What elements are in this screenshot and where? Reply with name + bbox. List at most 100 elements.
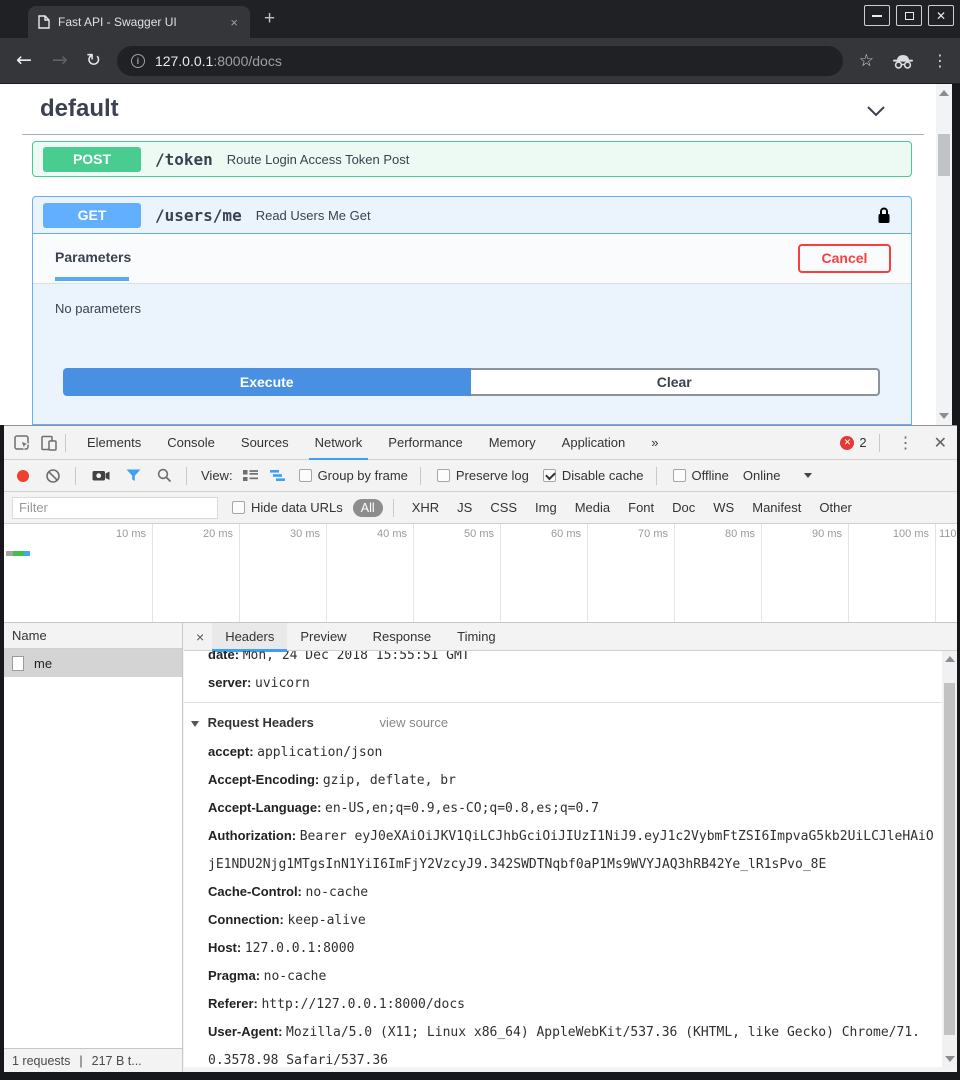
swagger-page: default POST /token Route Login Access T… bbox=[0, 84, 952, 425]
preserve-log-checkbox[interactable] bbox=[437, 469, 450, 482]
clear-requests-icon[interactable] bbox=[45, 468, 61, 484]
auth-lock-icon[interactable] bbox=[877, 206, 891, 225]
site-info-icon[interactable]: i bbox=[131, 54, 145, 68]
tab-memory[interactable]: Memory bbox=[476, 426, 549, 460]
filter-type-css[interactable]: CSS bbox=[490, 500, 517, 515]
dropdown-arrow-icon[interactable] bbox=[804, 473, 812, 478]
view-source-link[interactable]: view source bbox=[379, 715, 448, 730]
forward-button[interactable]: → bbox=[52, 51, 68, 70]
tab-performance[interactable]: Performance bbox=[375, 426, 475, 460]
filter-type-all[interactable]: All bbox=[353, 499, 383, 517]
detail-scrollbar[interactable] bbox=[942, 651, 957, 1067]
capture-screenshots-icon[interactable] bbox=[92, 469, 110, 482]
tab-application[interactable]: Application bbox=[549, 426, 639, 460]
device-toolbar-icon[interactable] bbox=[41, 435, 57, 451]
hide-data-urls-checkbox[interactable] bbox=[232, 501, 245, 514]
offline-label: Offline bbox=[692, 468, 729, 483]
tab-network[interactable]: Network bbox=[302, 426, 376, 460]
collapse-twister-icon[interactable] bbox=[191, 721, 199, 727]
preserve-log-label: Preserve log bbox=[456, 468, 529, 483]
execute-button[interactable]: Execute bbox=[63, 368, 471, 396]
error-badge-icon[interactable]: ✕ bbox=[840, 436, 854, 450]
detail-tab-headers[interactable]: Headers bbox=[212, 623, 287, 651]
page-scrollbar[interactable] bbox=[936, 84, 952, 425]
show-overview-icon[interactable] bbox=[270, 469, 285, 482]
page-favicon-icon bbox=[38, 15, 50, 29]
search-icon[interactable] bbox=[157, 468, 172, 483]
endpoint-summary: Read Users Me Get bbox=[256, 208, 371, 223]
scroll-up-arrow-icon[interactable] bbox=[945, 656, 955, 662]
tab-close-icon[interactable]: × bbox=[228, 15, 240, 30]
back-button[interactable]: ← bbox=[16, 51, 32, 70]
status-separator: | bbox=[79, 1054, 82, 1068]
filter-type-font[interactable]: Font bbox=[628, 500, 654, 515]
inspect-element-icon[interactable] bbox=[14, 435, 31, 451]
detail-scrollbar-thumb[interactable] bbox=[944, 683, 955, 1035]
disable-cache-label: Disable cache bbox=[562, 468, 644, 483]
window-frame-left bbox=[0, 425, 4, 1080]
request-row-me[interactable]: me bbox=[4, 649, 182, 677]
address-bar[interactable]: i 127.0.0.1:8000/docs bbox=[117, 46, 843, 76]
disable-cache-checkbox[interactable] bbox=[543, 469, 556, 482]
devtools-menu-icon[interactable]: ⋮ bbox=[888, 433, 924, 452]
endpoint-post-token[interactable]: POST /token Route Login Access Token Pos… bbox=[32, 141, 912, 177]
view-large-rows-icon[interactable] bbox=[243, 469, 258, 482]
detail-tab-preview[interactable]: Preview bbox=[287, 623, 359, 651]
devtools-tabbar-right: ✕ 2 ⋮ ✕ bbox=[840, 433, 957, 452]
window-frame-right bbox=[952, 84, 960, 425]
network-overview-timeline[interactable]: 10 ms 20 ms 30 ms 40 ms 50 ms 60 ms 70 m… bbox=[4, 524, 957, 623]
new-tab-button[interactable]: + bbox=[264, 8, 275, 30]
throttling-dropdown[interactable]: Online bbox=[743, 468, 781, 483]
window-close-button[interactable]: ✕ bbox=[928, 5, 954, 26]
detail-tab-timing[interactable]: Timing bbox=[444, 623, 509, 651]
window-maximize-button[interactable] bbox=[896, 5, 922, 26]
filter-input[interactable] bbox=[12, 497, 218, 519]
record-button[interactable] bbox=[17, 470, 29, 482]
tab-elements[interactable]: Elements bbox=[74, 426, 154, 460]
method-badge-get: GET bbox=[43, 203, 141, 228]
tab-parameters[interactable]: Parameters bbox=[55, 249, 131, 265]
cancel-button[interactable]: Cancel bbox=[798, 244, 891, 273]
parameters-header: Parameters Cancel bbox=[33, 234, 911, 284]
scroll-down-arrow-icon[interactable] bbox=[939, 413, 949, 419]
tab-sources[interactable]: Sources bbox=[228, 426, 302, 460]
header-line: Accept-Encoding: gzip, deflate, br bbox=[184, 766, 942, 794]
name-column-header[interactable]: Name bbox=[4, 623, 182, 649]
filter-funnel-icon[interactable] bbox=[126, 469, 141, 482]
close-detail-icon[interactable]: × bbox=[196, 629, 204, 645]
header-line: Authorization: Bearer eyJ0eXAiOiJKV1QiLC… bbox=[184, 822, 942, 878]
filter-type-media[interactable]: Media bbox=[575, 500, 610, 515]
devtools-close-icon[interactable]: ✕ bbox=[924, 433, 957, 452]
filter-type-img[interactable]: Img bbox=[535, 500, 557, 515]
filter-type-xhr[interactable]: XHR bbox=[412, 500, 439, 515]
parameters-body: No parameters Execute Clear bbox=[33, 284, 911, 424]
header-line: Connection: keep-alive bbox=[184, 906, 942, 934]
scroll-down-arrow-icon[interactable] bbox=[945, 1056, 955, 1062]
offline-checkbox[interactable] bbox=[673, 469, 686, 482]
endpoint-path: /users/me bbox=[155, 206, 242, 225]
endpoint-header[interactable]: GET /users/me Read Users Me Get bbox=[33, 197, 911, 234]
section-collapse-chevron-icon[interactable] bbox=[866, 104, 886, 122]
browser-tab[interactable]: Fast API - Swagger UI × bbox=[28, 6, 250, 38]
scroll-up-arrow-icon[interactable] bbox=[939, 90, 949, 96]
devtools-tab-bar: Elements Console Sources Network Perform… bbox=[4, 426, 957, 460]
header-line: date: Mon, 24 Dec 2018 15:55:51 GMT bbox=[184, 651, 942, 669]
filter-type-doc[interactable]: Doc bbox=[672, 500, 695, 515]
group-by-frame-checkbox[interactable] bbox=[299, 469, 312, 482]
request-waterfall-bar[interactable] bbox=[6, 551, 30, 556]
filter-type-manifest[interactable]: Manifest bbox=[752, 500, 801, 515]
window-minimize-button[interactable] bbox=[864, 5, 890, 26]
reload-button[interactable]: ↻ bbox=[86, 52, 101, 70]
more-tabs-button[interactable]: » bbox=[638, 426, 671, 460]
page-scrollbar-thumb[interactable] bbox=[938, 134, 950, 176]
browser-menu-icon[interactable]: ⋮ bbox=[932, 51, 948, 70]
filter-type-js[interactable]: JS bbox=[457, 500, 472, 515]
clear-button[interactable]: Clear bbox=[471, 368, 881, 396]
gridline bbox=[935, 524, 936, 622]
filter-type-other[interactable]: Other bbox=[819, 500, 852, 515]
request-headers-section: Request Headers view source bbox=[184, 708, 942, 738]
filter-type-ws[interactable]: WS bbox=[713, 500, 734, 515]
detail-tab-response[interactable]: Response bbox=[360, 623, 445, 651]
tab-console[interactable]: Console bbox=[154, 426, 228, 460]
bookmark-star-icon[interactable]: ☆ bbox=[859, 51, 874, 71]
